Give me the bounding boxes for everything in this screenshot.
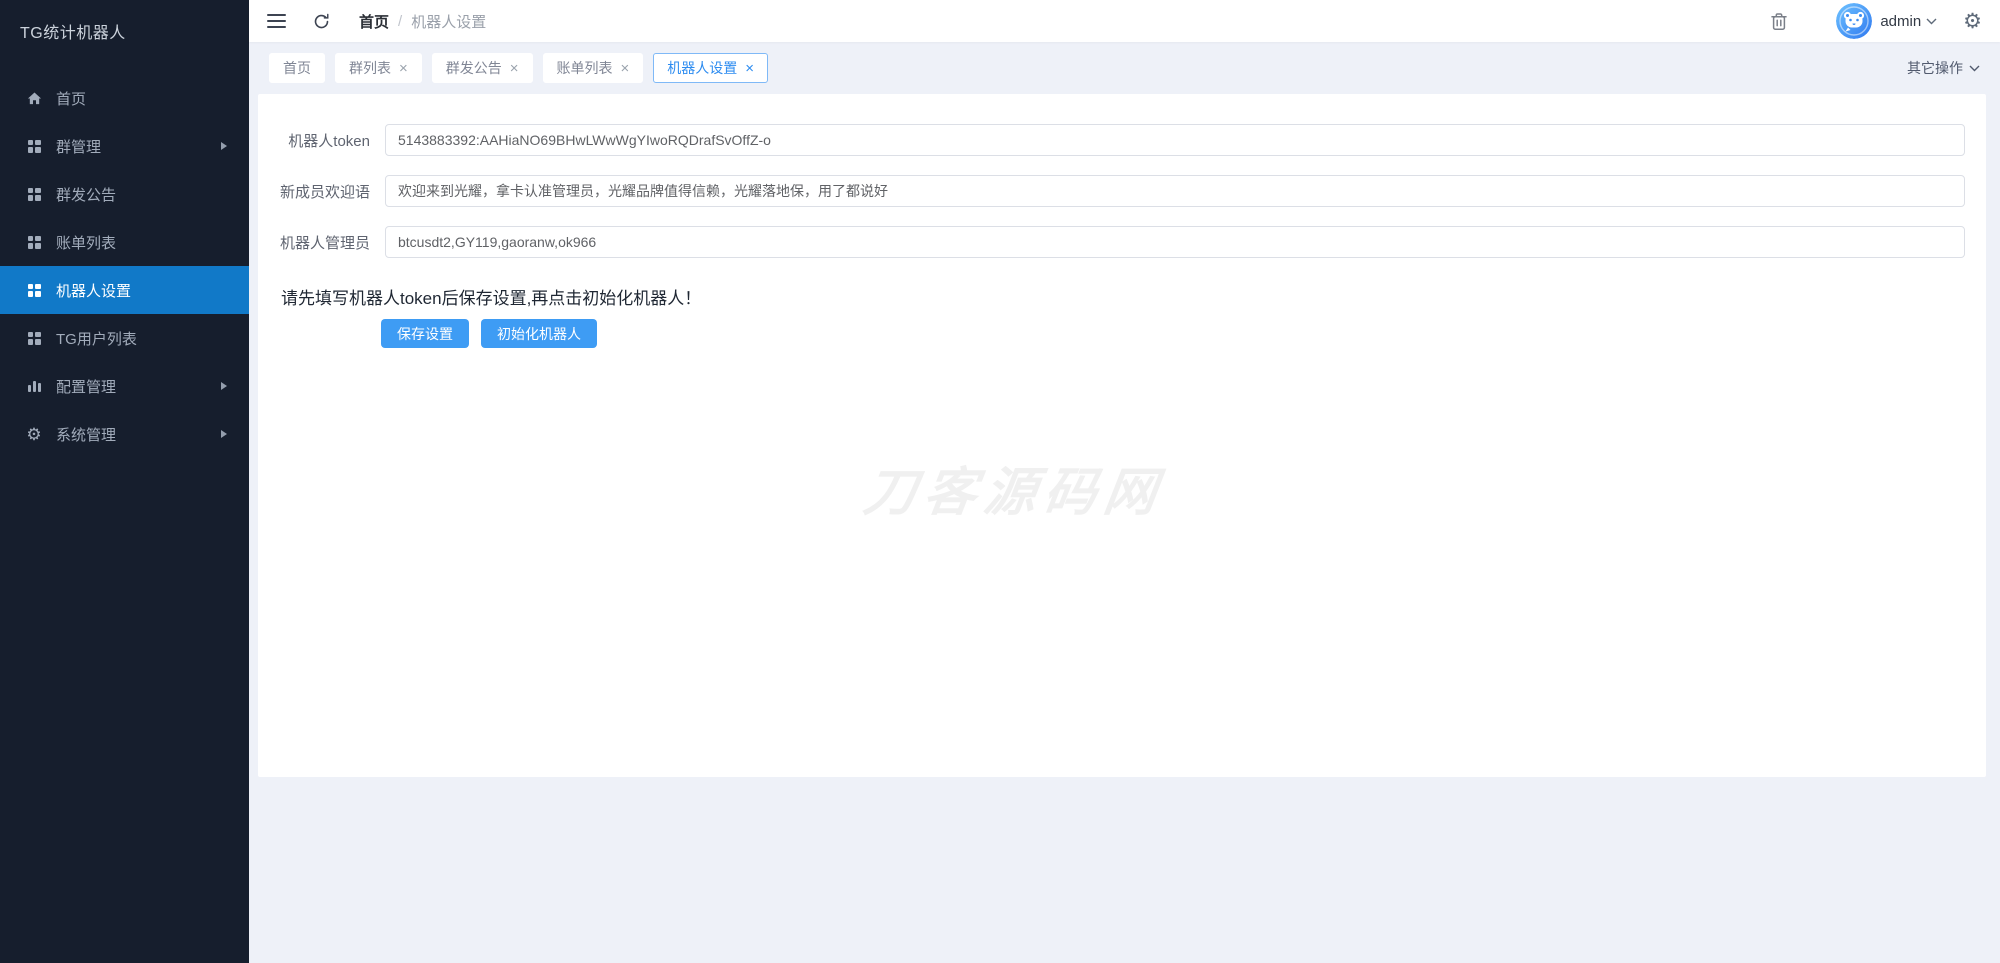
field-label-welcome: 新成员欢迎语 <box>270 175 370 209</box>
tab-label: 机器人设置 <box>667 58 737 78</box>
form-row: 机器人管理员 <box>258 226 1986 260</box>
chevron-right-icon <box>221 430 227 438</box>
sidebar-item-tg-users[interactable]: TG用户列表 <box>0 314 249 362</box>
hamburger-menu-icon[interactable] <box>267 14 286 28</box>
tab-label: 群发公告 <box>446 58 502 78</box>
tab-bar: 首页 群列表 × 群发公告 × 账单列表 × 机器人设置 × 其它操作 <box>249 42 2000 94</box>
sidebar-item-config-manage[interactable]: 配置管理 <box>0 362 249 410</box>
init-bot-button[interactable]: 初始化机器人 <box>481 319 597 348</box>
app-root: TG统计机器人 首页 群管理 群发公告 账单列表 <box>0 0 2000 963</box>
sidebar-item-home[interactable]: 首页 <box>0 74 249 122</box>
chevron-right-icon <box>221 142 227 150</box>
main-area: 首页 / 机器人设置 <box>249 0 2000 963</box>
home-icon <box>26 90 42 106</box>
topbar-right-cluster: admin ⚙ <box>1770 3 1982 39</box>
bot-admins-input[interactable] <box>385 226 1965 258</box>
sidebar-item-label: 群发公告 <box>56 184 116 205</box>
tab-home[interactable]: 首页 <box>269 53 325 83</box>
breadcrumb: 首页 / 机器人设置 <box>359 11 486 32</box>
chevron-right-icon <box>221 382 227 390</box>
form-row: 新成员欢迎语 <box>258 175 1986 209</box>
sidebar: TG统计机器人 首页 群管理 群发公告 账单列表 <box>0 0 249 963</box>
other-actions-dropdown[interactable]: 其它操作 <box>1907 58 1980 78</box>
grid-icon <box>26 330 42 346</box>
form-hint-text: 请先填写机器人token后保存设置,再点击初始化机器人！ <box>281 284 1986 309</box>
sidebar-item-bill-list[interactable]: 账单列表 <box>0 218 249 266</box>
tab-label: 首页 <box>283 58 311 78</box>
refresh-icon[interactable] <box>312 12 331 31</box>
tab-label: 群列表 <box>349 58 391 78</box>
breadcrumb-home[interactable]: 首页 <box>359 11 389 32</box>
other-actions-label: 其它操作 <box>1907 58 1963 78</box>
grid-icon <box>26 282 42 298</box>
tab-broadcast[interactable]: 群发公告 × <box>432 53 533 83</box>
top-bar: 首页 / 机器人设置 <box>249 0 2000 42</box>
bar-chart-icon <box>26 378 42 394</box>
close-icon[interactable]: × <box>745 61 754 76</box>
settings-gear-icon[interactable]: ⚙ <box>1963 11 1982 32</box>
close-icon[interactable]: × <box>621 61 630 76</box>
close-icon[interactable]: × <box>399 61 408 76</box>
sidebar-item-bot-settings[interactable]: 机器人设置 <box>0 266 249 314</box>
chevron-down-icon <box>1969 65 1980 72</box>
sidebar-item-group-manage[interactable]: 群管理 <box>0 122 249 170</box>
breadcrumb-current: 机器人设置 <box>411 11 486 32</box>
watermark-text: 刀客源码网 <box>860 450 1171 525</box>
gear-icon: ⚙ <box>26 426 42 442</box>
bot-token-input[interactable] <box>385 124 1965 156</box>
sidebar-item-label: TG用户列表 <box>56 328 137 349</box>
sidebar-item-system-manage[interactable]: ⚙ 系统管理 <box>0 410 249 458</box>
save-settings-button[interactable]: 保存设置 <box>381 319 469 348</box>
close-icon[interactable]: × <box>510 61 519 76</box>
tab-group-list[interactable]: 群列表 × <box>335 53 422 83</box>
breadcrumb-separator: / <box>398 13 402 30</box>
sidebar-item-label: 系统管理 <box>56 424 116 445</box>
sidebar-item-label: 账单列表 <box>56 232 116 253</box>
tab-bot-settings[interactable]: 机器人设置 × <box>653 53 768 83</box>
button-row: 保存设置 初始化机器人 <box>381 319 1986 348</box>
trash-icon[interactable] <box>1770 12 1788 31</box>
sidebar-item-label: 机器人设置 <box>56 280 131 301</box>
avatar[interactable] <box>1836 3 1872 39</box>
field-label-admins: 机器人管理员 <box>270 226 370 260</box>
chevron-down-icon <box>1926 18 1937 25</box>
sidebar-item-label: 配置管理 <box>56 376 116 397</box>
field-label-token: 机器人token <box>270 124 370 158</box>
sidebar-item-label: 群管理 <box>56 136 101 157</box>
tab-label: 账单列表 <box>557 58 613 78</box>
tab-bill-list[interactable]: 账单列表 × <box>543 53 644 83</box>
content-card: 机器人token 新成员欢迎语 机器人管理员 请先填写机器人token后保存设置… <box>258 94 1986 777</box>
sidebar-item-broadcast[interactable]: 群发公告 <box>0 170 249 218</box>
app-title: TG统计机器人 <box>0 0 249 62</box>
welcome-message-input[interactable] <box>385 175 1965 207</box>
grid-icon <box>26 186 42 202</box>
user-menu[interactable]: admin <box>1880 13 1937 30</box>
grid-icon <box>26 234 42 250</box>
sidebar-item-label: 首页 <box>56 88 86 109</box>
grid-icon <box>26 138 42 154</box>
username: admin <box>1880 13 1921 30</box>
sidebar-menu: 首页 群管理 群发公告 账单列表 机器人设置 TG用户列表 <box>0 62 249 458</box>
form-row: 机器人token <box>258 124 1986 158</box>
